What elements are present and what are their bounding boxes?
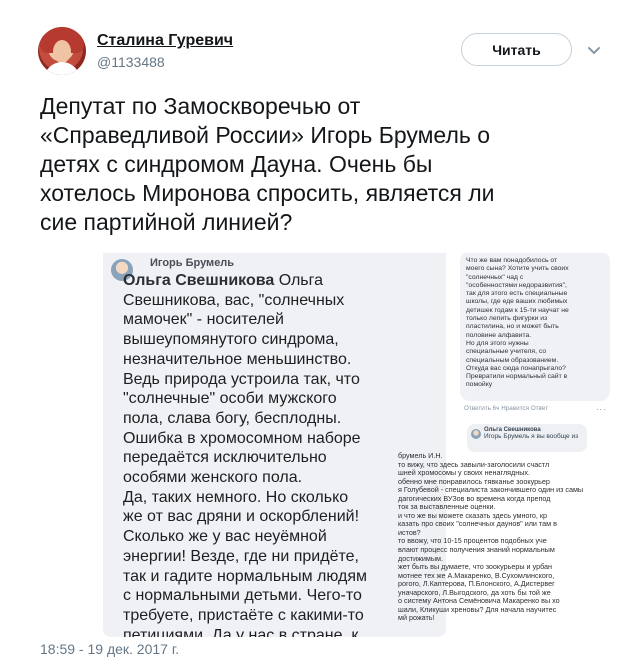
comment-meta: Ответить 6ч Нравится Ответ xyxy=(464,405,548,412)
comment-author: Игорь Брумель xyxy=(150,257,235,269)
reply-quote: Игорь Брумель я вы вообще из xyxy=(484,433,579,440)
comment-lead-name: Ольга Свешникова xyxy=(123,272,275,289)
avatar[interactable] xyxy=(38,27,86,75)
tweet-media[interactable]: Игорь Брумель Ольга Свешникова Ольга Све… xyxy=(40,253,616,637)
avatar-face xyxy=(53,40,71,63)
tweet-header: Сталина Гуревич @1133488 Читать xyxy=(0,0,634,88)
chevron-down-icon[interactable] xyxy=(586,42,602,58)
tweet-text: Депутат по Замоскворечью от «Справедливо… xyxy=(40,93,495,235)
comment-body: Ольга Свешникова, вас, "солнечных мамоче… xyxy=(123,272,367,637)
long-comment-text: брумель И.Н. то вижу, что здесь завыли-з… xyxy=(398,451,584,623)
author-name[interactable]: Сталина Гуревич xyxy=(97,32,233,50)
author-handle[interactable]: @1133488 xyxy=(97,54,165,70)
comment-text: Ольга Свешникова Ольга Свешникова, вас, … xyxy=(123,271,441,637)
screenshot-left-panel: Игорь Брумель Ольга Свешникова Ольга Све… xyxy=(103,253,446,637)
reply-avatar xyxy=(471,429,481,439)
screenshot-right-panel: Что же вам понадобилось от моего сына? Х… xyxy=(398,253,616,637)
more-dots-icon: ... xyxy=(596,402,607,412)
avatar-shoulders xyxy=(44,62,80,75)
comment-bubble: Что же вам понадобилось от моего сына? Х… xyxy=(460,253,610,401)
follow-button[interactable]: Читать xyxy=(461,33,572,66)
reply-bubble: Ольга Свешникова Игорь Брумель я вы вооб… xyxy=(467,424,587,452)
tweet-timestamp[interactable]: 18:59 - 19 дек. 2017 г. xyxy=(40,641,179,657)
